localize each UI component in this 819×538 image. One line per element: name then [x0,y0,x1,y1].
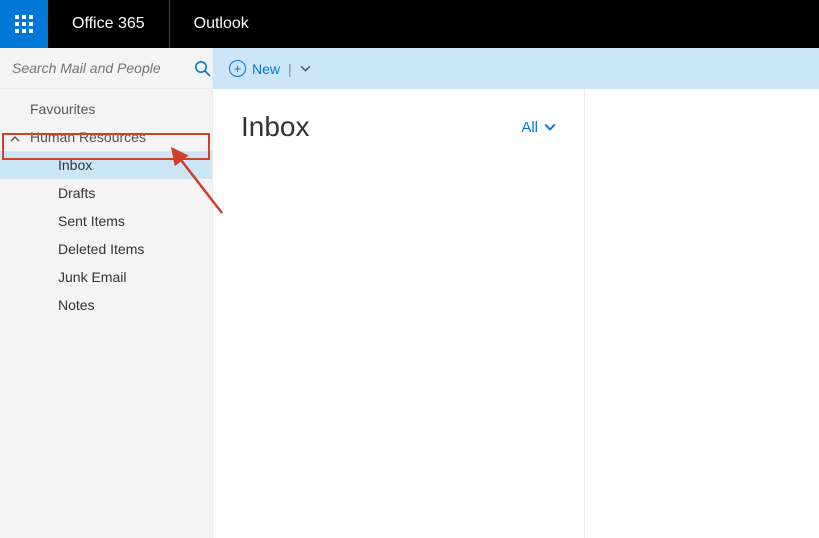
folder-notes[interactable]: Notes [0,291,212,319]
favourites-label: Favourites [30,101,95,117]
filter-button[interactable]: All [521,119,556,136]
new-button-label: New [252,61,280,77]
chevron-up-icon [10,131,20,147]
suite-header: Office 365 Outlook [0,0,819,48]
chevron-down-icon [300,63,311,74]
folder-label: Deleted Items [58,241,144,257]
filter-label: All [521,119,538,136]
mailbox-section[interactable]: Human Resources [0,123,212,151]
list-title: Inbox [241,111,310,143]
folder-label: Inbox [58,157,92,173]
waffle-icon [15,15,33,33]
favourites-section[interactable]: Favourites [0,95,212,123]
toolbar-separator: | [288,61,292,77]
folder-label: Notes [58,297,95,313]
folder-label: Junk Email [58,269,126,285]
folder-label: Drafts [58,185,95,201]
new-dropdown-button[interactable] [300,61,311,77]
search-row [0,48,212,89]
search-icon [194,60,211,77]
search-input[interactable] [12,60,194,76]
folder-label: Sent Items [58,213,125,229]
folder-inbox[interactable]: Inbox [0,151,212,179]
search-button[interactable] [194,54,211,82]
folder-tree: Favourites Human Resources Inbox Drafts … [0,89,212,319]
plus-circle-icon: + [229,60,246,77]
app-name-label[interactable]: Outlook [170,0,273,48]
command-bar: + New | [213,48,819,89]
app-launcher-button[interactable] [0,0,48,48]
list-header: Inbox All [213,89,584,153]
main-area: + New | Inbox All [213,48,819,538]
reading-pane [585,89,819,538]
folder-drafts[interactable]: Drafts [0,179,212,207]
brand-label[interactable]: Office 365 [48,0,170,48]
folder-deleted-items[interactable]: Deleted Items [0,235,212,263]
folder-junk-email[interactable]: Junk Email [0,263,212,291]
folder-sent-items[interactable]: Sent Items [0,207,212,235]
chevron-down-icon [544,121,556,133]
message-list-pane: Inbox All [213,89,585,538]
mailbox-label: Human Resources [30,129,146,145]
new-button[interactable]: + New [229,60,280,77]
sidebar: Favourites Human Resources Inbox Drafts … [0,48,213,538]
